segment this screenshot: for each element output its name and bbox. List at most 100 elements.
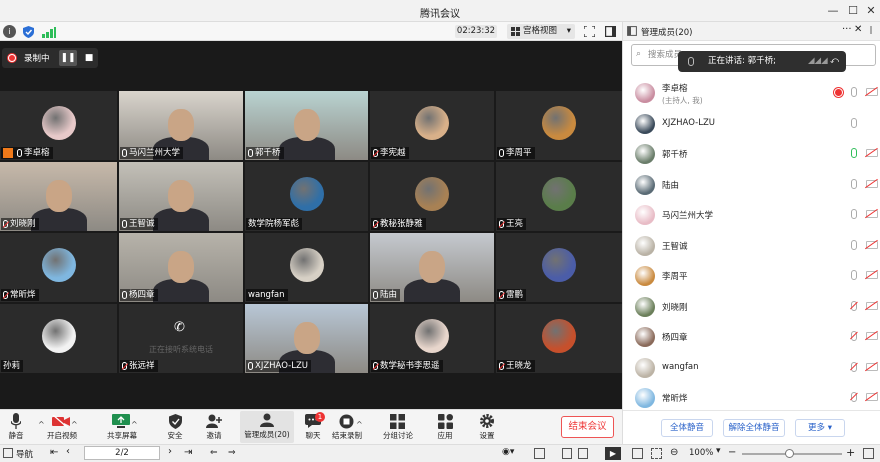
microphone-icon[interactable]: [851, 87, 857, 97]
video-tile[interactable]: 郭千桥: [245, 91, 368, 160]
video-tile[interactable]: 陆由: [370, 233, 494, 302]
video-tile[interactable]: wangfan: [245, 233, 368, 302]
toast-collapse-icon[interactable]: ⤺: [830, 51, 839, 72]
more-button[interactable]: 更多 ▾: [795, 419, 845, 437]
fit-width-icon[interactable]: [632, 448, 643, 459]
video-tile[interactable]: 教秘张静雅: [370, 162, 494, 231]
video-tile[interactable]: 常昕烨: [0, 233, 117, 302]
camera-off-icon[interactable]: [866, 301, 878, 310]
end-meeting-button[interactable]: 结束会议: [561, 416, 614, 438]
back-icon[interactable]: ⇐: [210, 448, 218, 458]
member-row[interactable]: 马闪兰州大学: [623, 200, 880, 230]
microphone-icon[interactable]: [851, 148, 857, 158]
microphone-icon[interactable]: [851, 270, 857, 280]
info-icon[interactable]: i: [3, 25, 16, 38]
video-tile[interactable]: 王晓龙: [496, 304, 622, 373]
microphone-icon[interactable]: [851, 239, 857, 250]
member-row[interactable]: 李周平: [623, 261, 880, 291]
video-tile[interactable]: 刘晓刚: [0, 162, 117, 231]
camera-off-icon[interactable]: [866, 179, 878, 188]
member-row[interactable]: 李卓榕 (主持人, 我): [623, 78, 880, 108]
zoom-out-icon[interactable]: ⊖: [670, 447, 678, 458]
panel-close-icon[interactable]: ✕: [854, 24, 862, 35]
control-gear-button[interactable]: 设置: [473, 412, 501, 441]
two-page-icon[interactable]: [578, 448, 588, 459]
single-page-icon[interactable]: [534, 448, 545, 459]
chevron-up-icon[interactable]: ^: [131, 420, 138, 429]
video-tile[interactable]: 王亮: [496, 162, 622, 231]
nav-label[interactable]: 导航: [16, 448, 33, 460]
minimize-icon[interactable]: —: [826, 4, 840, 18]
zoom-menu-icon[interactable]: ▾: [716, 446, 721, 456]
control-chat-button[interactable]: 1 聊天: [299, 412, 327, 441]
sidebar-toggle-icon[interactable]: [604, 25, 616, 37]
camera-off-icon[interactable]: [866, 210, 878, 218]
member-row[interactable]: 常昕烨: [623, 383, 880, 413]
video-tile[interactable]: 李宪越: [370, 91, 494, 160]
video-tile[interactable]: 李周平: [496, 91, 622, 160]
mic-muted-icon[interactable]: [851, 361, 857, 372]
view-switch-button[interactable]: 宫格视图 ▾: [507, 24, 575, 39]
member-row[interactable]: wangfan: [623, 353, 880, 383]
video-tile[interactable]: ✆ 正在接听系统电话 张远祥: [119, 304, 243, 373]
camera-off-icon[interactable]: [866, 271, 878, 279]
member-row[interactable]: 刘晓刚: [623, 292, 880, 322]
chevron-up-icon[interactable]: ^: [356, 420, 363, 429]
fullscreen-icon[interactable]: [583, 25, 595, 37]
shield-icon[interactable]: [22, 25, 34, 38]
last-page-icon[interactable]: ⇥: [184, 447, 192, 458]
stop-record-button[interactable]: ■: [81, 50, 97, 66]
member-row[interactable]: 杨四章: [623, 322, 880, 352]
control-shield-button[interactable]: 安全: [161, 412, 189, 441]
control-apps-button[interactable]: 应用: [431, 412, 459, 441]
more-options-icon[interactable]: ···: [842, 24, 852, 35]
mic-muted-icon[interactable]: [851, 331, 857, 341]
maximize-icon[interactable]: ☐: [846, 4, 860, 18]
control-invite-button[interactable]: 邀请: [200, 412, 228, 441]
camera-off-icon[interactable]: [866, 240, 878, 249]
page-layout-icon[interactable]: [562, 448, 572, 459]
camera-off-icon[interactable]: [866, 332, 878, 340]
video-tile[interactable]: 杨四章: [119, 233, 243, 302]
zoom-level[interactable]: 100%: [689, 448, 713, 458]
microphone-icon[interactable]: [851, 209, 857, 219]
video-tile[interactable]: 马闪兰州大学: [119, 91, 243, 160]
microphone-icon[interactable]: [851, 117, 857, 128]
microphone-icon[interactable]: [851, 178, 857, 189]
unmute-all-button[interactable]: 解除全体静音: [723, 419, 785, 437]
member-row[interactable]: XJZHAO-LZU: [623, 109, 880, 139]
control-members-button[interactable]: 管理成员(20): [240, 411, 294, 443]
close-icon[interactable]: ✕: [864, 4, 878, 18]
mute-all-button[interactable]: 全体静音: [661, 419, 713, 437]
control-breakout-button[interactable]: 分组讨论: [383, 412, 413, 441]
zoom-plus-icon[interactable]: +: [846, 446, 855, 459]
control-microphone-button[interactable]: 静音: [2, 412, 30, 441]
video-tile[interactable]: XJZHAO-LZU: [245, 304, 368, 373]
nav-panel-icon[interactable]: [3, 448, 13, 458]
panel-grip-icon[interactable]: ‖: [869, 25, 873, 34]
mic-muted-icon[interactable]: [851, 300, 857, 311]
video-tile[interactable]: 李卓榕: [0, 91, 117, 160]
view-mode-icon[interactable]: ◉▾: [502, 447, 514, 457]
chevron-up-icon[interactable]: ^: [71, 420, 78, 429]
camera-off-icon[interactable]: [866, 149, 878, 157]
mic-muted-icon[interactable]: [851, 392, 857, 402]
member-row[interactable]: 陆由: [623, 170, 880, 200]
zoom-slider-handle[interactable]: [785, 449, 794, 458]
forward-icon[interactable]: ⇒: [228, 448, 236, 458]
chevron-up-icon[interactable]: ^: [38, 420, 45, 429]
camera-off-icon[interactable]: [866, 88, 878, 96]
camera-off-icon[interactable]: [866, 362, 878, 371]
video-tile[interactable]: 王智诚: [119, 162, 243, 231]
play-icon[interactable]: ▶: [605, 447, 621, 460]
camera-off-icon[interactable]: [866, 393, 878, 401]
video-tile[interactable]: 孙莉: [0, 304, 117, 373]
prev-page-icon[interactable]: ‹: [66, 446, 70, 457]
member-row[interactable]: 郭千桥: [623, 139, 880, 169]
fit-page-icon[interactable]: [863, 448, 874, 459]
page-input[interactable]: 2/2: [84, 446, 160, 460]
video-tile[interactable]: 数学秘书李思遥: [370, 304, 494, 373]
crop-icon[interactable]: [651, 448, 662, 459]
video-tile[interactable]: 数学院杨军彪: [245, 162, 368, 231]
next-page-icon[interactable]: ›: [168, 446, 172, 457]
